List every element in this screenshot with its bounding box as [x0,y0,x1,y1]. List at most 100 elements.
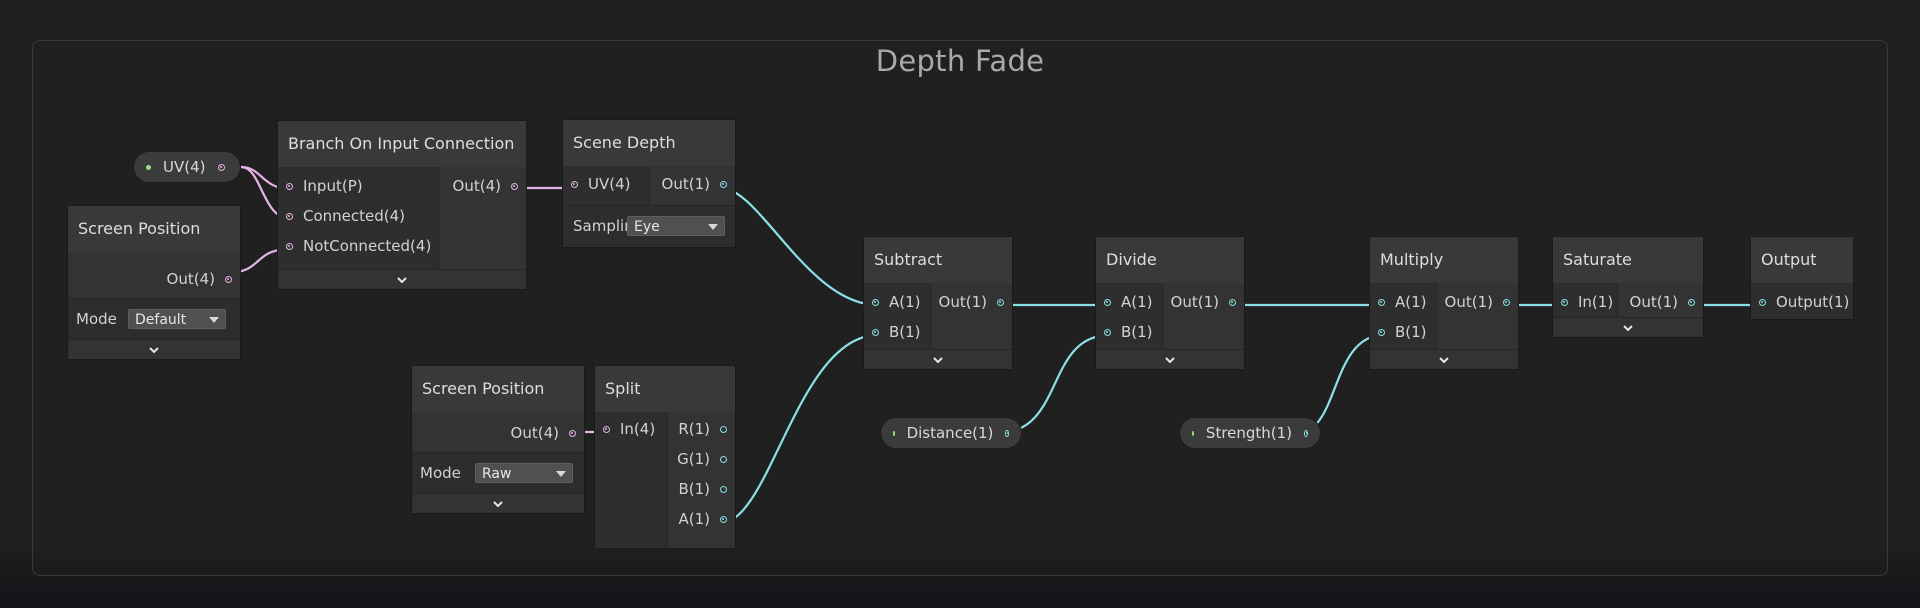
port-a[interactable]: A(1) [1096,287,1162,317]
port-icon[interactable] [1104,328,1111,336]
port-uv[interactable]: UV(4) [563,169,649,199]
port-out[interactable]: Out(4) [439,171,526,201]
port-icon[interactable] [720,515,727,523]
chevron-down-icon [933,356,943,363]
port-connected[interactable]: Connected(4) [278,201,438,231]
node-settings: Mode Default [68,298,240,339]
node-divide[interactable]: Divide A(1) B(1) Out(1) [1095,236,1245,370]
port-out[interactable]: Out(4) [68,264,240,294]
port-icon[interactable] [571,180,578,188]
port-b[interactable]: B(1) [1096,317,1162,347]
port-a[interactable]: A(1) [1370,287,1436,317]
chevron-down-icon [493,500,503,507]
port-icon[interactable] [286,182,293,190]
expand-toggle[interactable] [278,269,526,289]
port-icon[interactable] [1229,298,1236,306]
node-subtract[interactable]: Subtract A(1) B(1) Out(1) [863,236,1013,370]
port-a[interactable]: A(1) [668,504,735,534]
port-icon[interactable] [1378,328,1385,336]
node-branch-on-input-connection[interactable]: Branch On Input Connection Input(P) Conn… [277,120,527,290]
port-icon[interactable] [1759,298,1766,306]
expand-toggle[interactable] [68,339,240,359]
wire-split-a-to-subtract-b [720,333,879,525]
port-label: A(1) [1395,293,1427,311]
mode-dropdown[interactable]: Raw [475,463,573,483]
port-input[interactable]: Input(P) [278,171,438,201]
node-saturate[interactable]: Saturate In(1) Out(1) [1552,236,1704,338]
port-a[interactable]: A(1) [864,287,930,317]
caret-down-icon [708,224,718,230]
port-icon[interactable] [1378,298,1385,306]
node-multiply[interactable]: Multiply A(1) B(1) Out(1) [1369,236,1519,370]
port-icon[interactable] [603,425,610,433]
port-out[interactable]: Out(1) [1163,287,1244,317]
property-strength[interactable]: Strength(1) [1179,417,1321,449]
property-label: Strength(1) [1205,424,1293,442]
expand-toggle[interactable] [1370,349,1518,369]
chevron-down-icon [1165,356,1175,363]
expand-toggle[interactable] [864,349,1012,369]
port-label: Out(4) [510,424,559,442]
mode-dropdown[interactable]: Default [128,309,226,329]
chevron-down-icon [397,276,407,283]
node-title: Saturate [1553,237,1703,283]
port-b[interactable]: B(1) [668,474,735,504]
port-notconnected[interactable]: NotConnected(4) [278,231,438,261]
port-g[interactable]: G(1) [668,444,735,474]
port-icon[interactable] [225,275,232,283]
port-icon[interactable] [720,180,727,188]
port-icon[interactable] [569,429,576,437]
port-icon[interactable] [286,242,293,250]
node-screen-position[interactable]: Screen Position Out(4) Mode Default [67,205,241,360]
output-port-icon[interactable] [1005,429,1009,437]
port-out[interactable]: Out(1) [650,169,735,199]
node-title: Screen Position [412,366,584,412]
port-icon[interactable] [720,485,727,493]
port-label: Out(1) [1629,293,1678,311]
port-output[interactable]: Output(1) [1751,287,1853,317]
property-uv[interactable]: UV(4) [133,151,241,183]
port-in[interactable]: In(1) [1553,287,1617,317]
port-icon[interactable] [872,328,879,336]
port-out[interactable]: Out(4) [412,418,584,448]
node-scene-depth[interactable]: Scene Depth UV(4) Out(1) Samplin Eye [562,119,736,248]
port-icon[interactable] [1503,298,1510,306]
node-title: Branch On Input Connection [278,121,526,167]
property-distance[interactable]: Distance(1) [880,417,1022,449]
dropdown-value: Raw [482,466,512,482]
property-indicator-icon [893,430,895,436]
output-port-icon[interactable] [1304,429,1308,437]
expand-toggle[interactable] [1096,349,1244,369]
port-b[interactable]: B(1) [1370,317,1436,347]
port-icon[interactable] [997,298,1004,306]
port-b[interactable]: B(1) [864,317,930,347]
port-icon[interactable] [720,455,727,463]
port-out[interactable]: Out(1) [931,287,1012,317]
port-icon[interactable] [1104,298,1111,306]
node-title: Scene Depth [563,120,735,166]
wire-distance-to-divide-b [997,333,1111,435]
port-icon[interactable] [286,212,293,220]
expand-toggle[interactable] [412,493,584,513]
port-icon[interactable] [872,298,879,306]
node-title: Subtract [864,237,1012,283]
node-split[interactable]: Split In(4) R(1) G(1) B(1) A(1) [594,365,736,549]
port-label: Out(1) [661,175,710,193]
port-out[interactable]: Out(1) [1618,287,1703,317]
port-icon[interactable] [511,182,518,190]
expand-toggle[interactable] [1553,317,1703,337]
port-icon[interactable] [1561,298,1568,306]
port-label: B(1) [889,323,921,341]
port-label: Input(P) [303,177,363,195]
sampling-dropdown[interactable]: Eye [627,216,725,236]
port-label: A(1) [678,510,710,528]
chevron-down-icon [1623,324,1633,331]
output-port-icon[interactable] [217,163,225,171]
port-r[interactable]: R(1) [668,414,735,444]
node-screen-position-raw[interactable]: Screen Position Out(4) Mode Raw [411,365,585,514]
port-in[interactable]: In(4) [595,414,667,444]
node-output[interactable]: Output Output(1) [1750,236,1854,320]
port-icon[interactable] [1688,298,1695,306]
port-out[interactable]: Out(1) [1437,287,1518,317]
port-icon[interactable] [720,425,727,433]
